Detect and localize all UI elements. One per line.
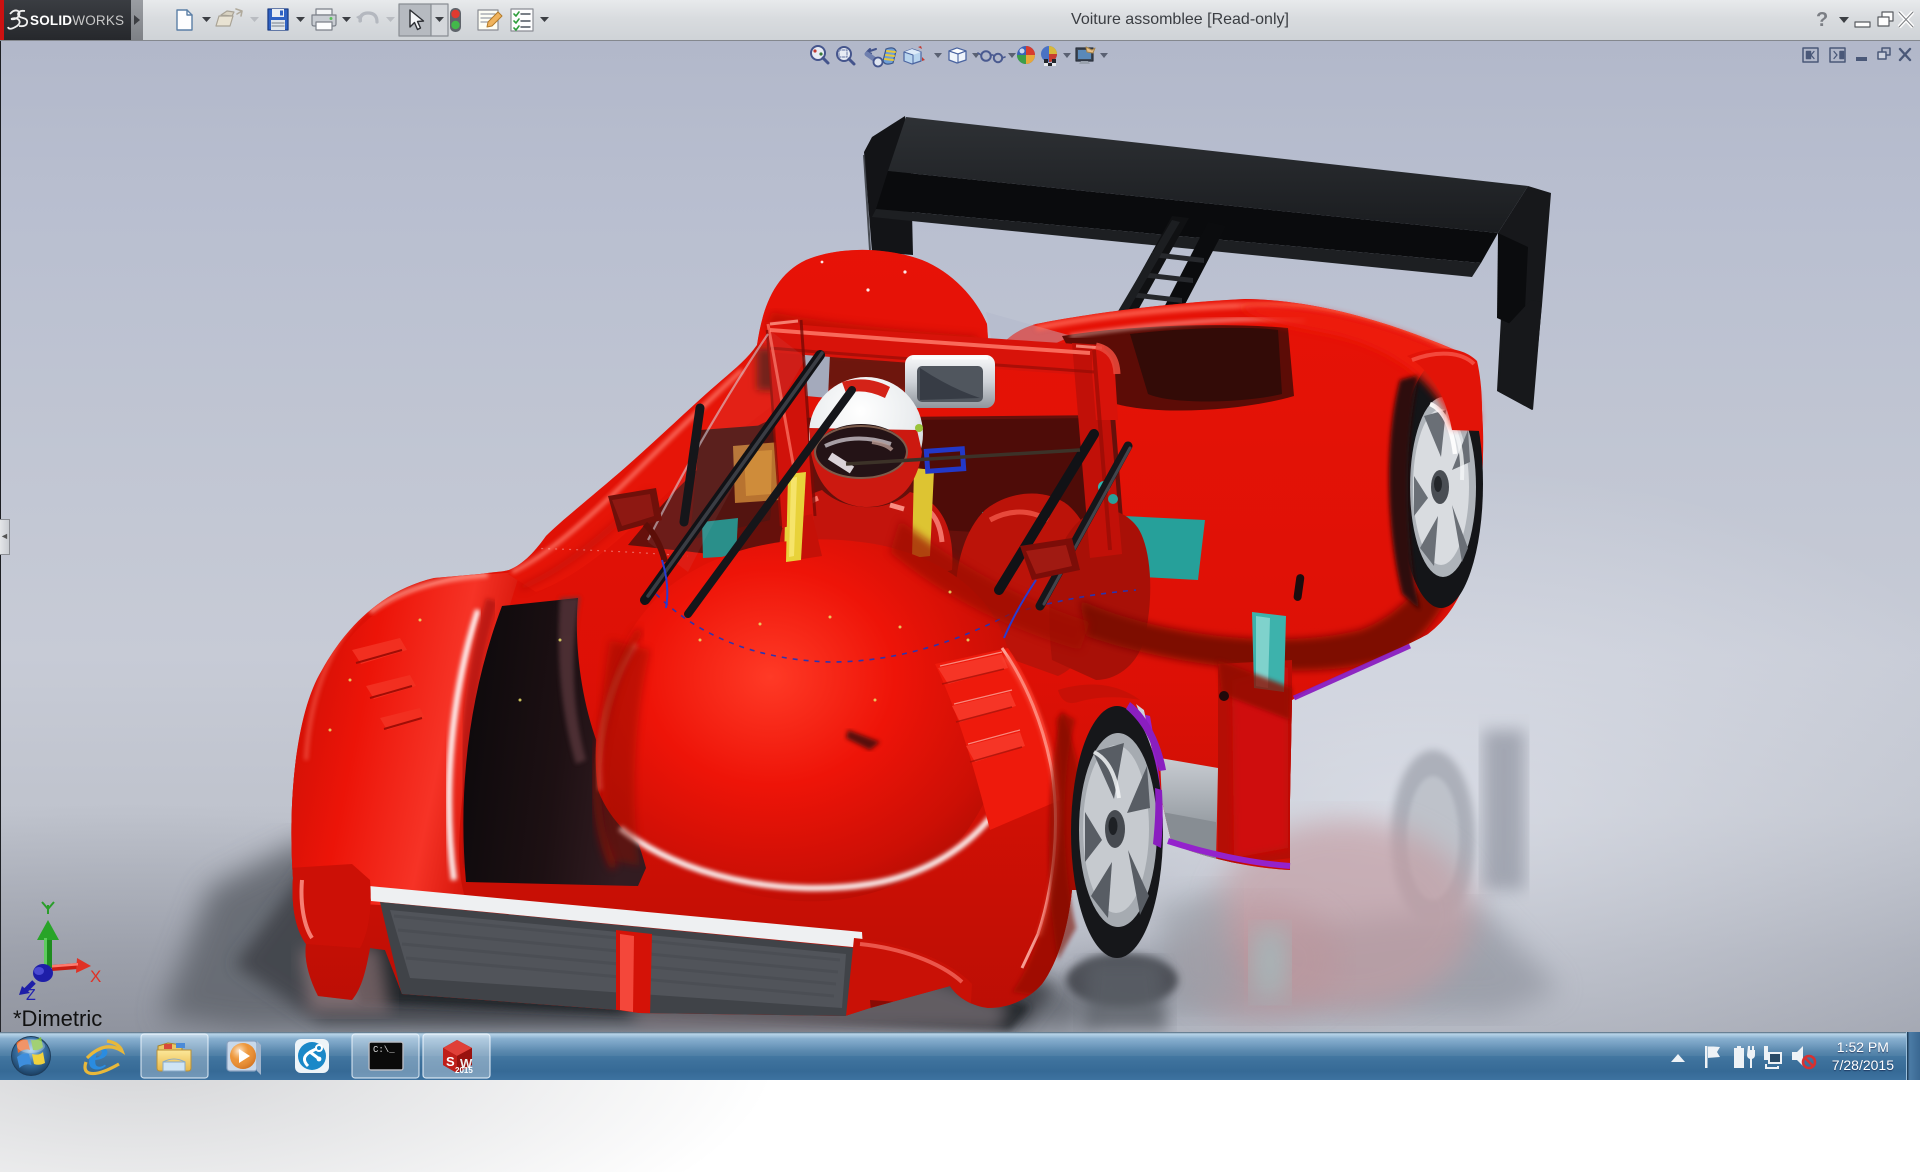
svg-text:?: ? xyxy=(1816,9,1828,31)
svg-text:C:\_: C:\_ xyxy=(373,1045,395,1055)
svg-text:Z: Z xyxy=(26,987,36,1004)
svg-text:X: X xyxy=(90,967,101,986)
svg-text:2015: 2015 xyxy=(455,1066,473,1075)
svg-text:S: S xyxy=(446,1054,455,1069)
